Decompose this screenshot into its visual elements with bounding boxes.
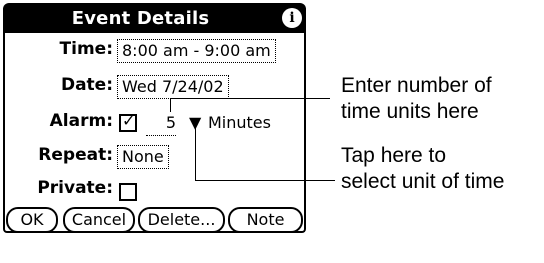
leader-line-bottom-horizontal	[195, 180, 335, 181]
date-field[interactable]: Wed 7/24/02	[117, 75, 229, 99]
private-checkbox[interactable]	[119, 183, 137, 201]
delete-button[interactable]: Delete...	[138, 207, 225, 233]
label-column: Time: Date: Alarm: Repeat: Private:	[3, 3, 113, 203]
private-label: Private:	[37, 178, 113, 198]
alarm-amount-field[interactable]: 5	[146, 111, 176, 136]
callout-top-line-2: time units here	[341, 100, 479, 123]
alarm-label: Alarm:	[49, 111, 113, 131]
leader-line-top-vertical	[170, 98, 171, 112]
leader-line-bottom-vertical	[195, 128, 196, 181]
callout-top: Enter number of time units here	[341, 73, 492, 125]
ok-button[interactable]: OK	[6, 207, 58, 233]
callout-bottom-line-2: select unit of time	[341, 170, 505, 193]
time-field[interactable]: 8:00 am - 9:00 am	[117, 39, 276, 63]
event-details-dialog: Event Details i Time: Date: Alarm: Repea…	[3, 3, 306, 263]
leader-line-top-horizontal	[170, 98, 330, 99]
alarm-unit-selector[interactable]: Minutes	[208, 113, 271, 132]
check-icon: ✓	[122, 111, 136, 130]
callout-bottom: Tap here to select unit of time	[341, 143, 504, 195]
date-label: Date:	[60, 75, 113, 95]
repeat-label: Repeat:	[38, 145, 113, 165]
callout-bottom-line-1: Tap here to	[341, 144, 447, 167]
note-button[interactable]: Note	[228, 207, 303, 233]
repeat-field[interactable]: None	[117, 145, 169, 169]
cancel-button[interactable]: Cancel	[63, 207, 135, 233]
info-icon[interactable]: i	[282, 8, 302, 28]
alarm-checkbox[interactable]: ✓	[119, 111, 137, 132]
callout-top-line-1: Enter number of	[341, 74, 492, 97]
time-label: Time:	[59, 39, 113, 59]
